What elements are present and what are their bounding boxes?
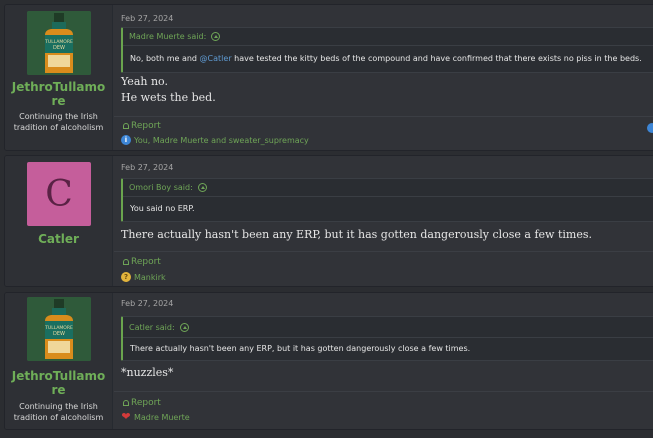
user-info: C Catler (5, 156, 113, 286)
avatar[interactable]: C (27, 162, 91, 226)
post-date[interactable]: Feb 27, 2024 (121, 163, 173, 172)
reaction-summary[interactable]: ? Mankirk (121, 272, 166, 282)
report-label: Report (131, 121, 161, 131)
user-title: Continuing the Irish tradition of alcoho… (13, 112, 104, 132)
post-content: Feb 27, 2024 Madre Muerte said: No, both… (114, 5, 653, 150)
username[interactable]: JethroTullamore (9, 369, 108, 397)
report-bell-icon (123, 400, 129, 406)
report-link[interactable]: Report (123, 257, 161, 267)
whiskey-bottle-icon: TULLAMORE DEW (27, 11, 91, 75)
quote-text-start: No, both me and (130, 54, 200, 63)
message-line: There actually hasn't been any ERP, but … (121, 228, 592, 241)
report-label: Report (131, 257, 161, 267)
message-body: There actually hasn't been any ERP, but … (121, 227, 592, 243)
divider (114, 391, 653, 392)
avatar[interactable]: TULLAMORE DEW (27, 297, 91, 361)
arrow-up-icon[interactable] (197, 183, 207, 192)
quote-text: You said no ERP. (130, 204, 195, 213)
arrow-up-icon[interactable] (211, 32, 221, 41)
post-content: Feb 27, 2024 Catler said: There actually… (114, 293, 653, 429)
arrow-up-icon[interactable] (179, 322, 189, 332)
quote-author: Madre Muerte said: (129, 32, 207, 41)
reaction-users: You, Madre Muerte and sweater_supremacy (134, 135, 309, 145)
quote-block: Catler said: There actually hasn't been … (121, 316, 653, 361)
quote-block: Madre Muerte said: No, both me and @Catl… (121, 27, 653, 73)
quote-text: There actually hasn't been any ERP, but … (130, 344, 471, 353)
message-line: *nuzzles* (121, 366, 174, 379)
user-info: TULLAMORE DEW JethroTullamore Continuing… (5, 293, 113, 429)
quote-header[interactable]: Omori Boy said: (123, 179, 653, 197)
post-content: Feb 27, 2024 Omori Boy said: You said no… (114, 156, 653, 286)
quote-block: Omori Boy said: You said no ERP. (121, 178, 653, 222)
post: TULLAMORE DEW JethroTullamore Continuing… (4, 4, 653, 151)
info-icon: i (121, 135, 131, 145)
quote-author: Omori Boy said: (129, 183, 193, 192)
reaction-users: Madre Muerte (134, 412, 190, 422)
heart-icon: ❤ (121, 410, 131, 423)
quote-author: Catler said: (129, 322, 175, 332)
post-date[interactable]: Feb 27, 2024 (121, 299, 173, 308)
info-icon[interactable] (647, 123, 653, 133)
svg-text:DEW: DEW (53, 331, 65, 337)
message-body: *nuzzles* (121, 365, 173, 381)
svg-text:DEW: DEW (53, 45, 65, 51)
mention-link[interactable]: @Catler (200, 54, 232, 63)
reaction-summary[interactable]: i You, Madre Muerte and sweater_supremac… (121, 135, 309, 145)
user-title: Continuing the Irish tradition of alcoho… (13, 402, 104, 422)
message-line: Yeah no. (121, 75, 168, 88)
post: TULLAMORE DEW JethroTullamore Continuing… (4, 292, 653, 430)
report-bell-icon (123, 123, 129, 129)
quote-text: No, both me and @Catler have tested the … (123, 46, 653, 72)
avatar-letter: C (45, 173, 73, 215)
quote-text-end: have tested the kitty beds of the compou… (231, 54, 642, 63)
thinking-face-icon: ? (121, 272, 131, 282)
username[interactable]: JethroTullamore (9, 80, 108, 108)
message-body: Yeah no. He wets the bed. (121, 74, 216, 106)
post: C Catler Feb 27, 2024 Omori Boy said: Yo… (4, 155, 653, 287)
user-info: TULLAMORE DEW JethroTullamore Continuing… (5, 5, 113, 150)
quote-header[interactable]: Madre Muerte said: (123, 28, 653, 46)
message-line: He wets the bed. (121, 91, 216, 104)
username[interactable]: Catler (9, 232, 108, 246)
divider (114, 251, 653, 252)
report-link[interactable]: Report (123, 121, 161, 131)
quote-header[interactable]: Catler said: (123, 317, 653, 338)
post-date[interactable]: Feb 27, 2024 (121, 14, 173, 23)
divider (114, 116, 653, 117)
avatar[interactable]: TULLAMORE DEW (27, 11, 91, 75)
reaction-users: Mankirk (134, 272, 166, 282)
report-label: Report (131, 398, 161, 408)
whiskey-bottle-icon: TULLAMORE DEW (27, 297, 91, 361)
report-bell-icon (123, 259, 129, 265)
reaction-summary[interactable]: ❤ Madre Muerte (121, 410, 190, 423)
report-link[interactable]: Report (123, 398, 161, 408)
